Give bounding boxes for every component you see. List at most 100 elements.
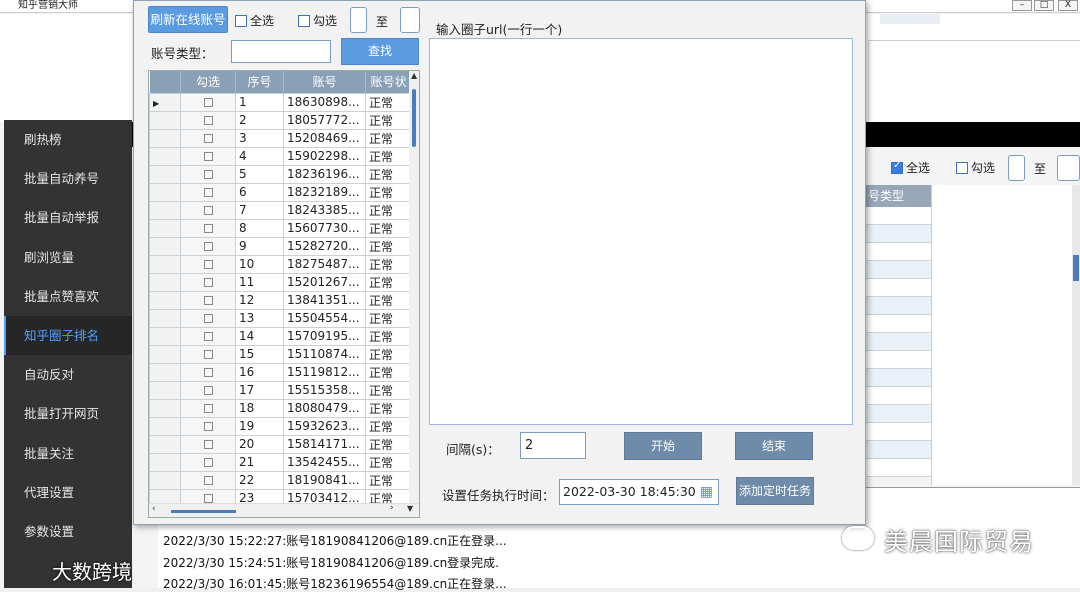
row-checkbox-cell[interactable]: [180, 254, 236, 274]
checkbox-icon[interactable]: [203, 260, 213, 269]
table-row[interactable]: 5 18236196... 正常: [149, 164, 412, 184]
checkbox-icon[interactable]: [203, 440, 213, 449]
bg-range-from-input[interactable]: [1008, 155, 1025, 181]
row-checkbox-cell[interactable]: [180, 164, 236, 184]
row-checkbox-cell[interactable]: [180, 326, 236, 346]
row-checkbox-cell[interactable]: [180, 452, 236, 472]
table-row[interactable]: 6 18232189... 正常: [149, 182, 412, 202]
account-type-input[interactable]: [231, 40, 331, 63]
table-row[interactable]: 14 15709195... 正常: [149, 326, 412, 346]
checkbox-icon[interactable]: [203, 458, 213, 467]
table-row[interactable]: 20 15814171... 正常: [149, 434, 412, 454]
checkbox-icon[interactable]: [203, 242, 213, 251]
range-from-input[interactable]: [350, 7, 367, 33]
row-checkbox-cell[interactable]: [180, 110, 236, 130]
row-checkbox-cell[interactable]: [180, 128, 236, 148]
row-checkbox-cell[interactable]: [180, 416, 236, 436]
checkbox-icon[interactable]: [203, 224, 213, 233]
table-row[interactable]: 7 18243385... 正常: [149, 200, 412, 220]
search-button[interactable]: 查找: [341, 38, 419, 65]
row-checkbox-cell[interactable]: [180, 146, 236, 166]
table-row[interactable]: ▶ 1 18630898... 正常: [149, 92, 412, 112]
scroll-down-icon[interactable]: ▼: [407, 504, 413, 513]
row-checkbox-cell[interactable]: [180, 434, 236, 454]
calendar-icon[interactable]: ▦: [700, 480, 713, 504]
checkbox-icon[interactable]: [203, 350, 213, 359]
sidebar-item-auto-oppose[interactable]: 自动反对: [4, 355, 132, 394]
sidebar-item-views[interactable]: 刷浏览量: [4, 238, 132, 277]
scrollbar-thumb[interactable]: [171, 510, 236, 513]
table-row[interactable]: 10 18275487... 正常: [149, 254, 412, 274]
table-row[interactable]: 8 15607730... 正常: [149, 218, 412, 238]
row-checkbox-cell[interactable]: [180, 380, 236, 400]
checkbox-icon[interactable]: [203, 386, 213, 395]
row-checkbox-cell[interactable]: [180, 200, 236, 220]
table-row[interactable]: 4 15902298... 正常: [149, 146, 412, 166]
interval-input[interactable]: 2: [520, 432, 586, 459]
close-button[interactable]: X: [1058, 0, 1078, 11]
scrollbar-thumb[interactable]: [412, 89, 416, 147]
bg-select-all[interactable]: 全选: [891, 159, 930, 176]
sidebar-item-hot-list[interactable]: 刷热榜: [4, 120, 132, 159]
checkbox-icon[interactable]: [203, 494, 213, 503]
table-row[interactable]: 22 18190841... 正常: [149, 470, 412, 490]
schedule-time-input[interactable]: 2022-03-30 18:45:30 ▦: [559, 479, 719, 505]
row-checkbox-cell[interactable]: [180, 362, 236, 382]
select-all-toggle[interactable]: 全选: [235, 12, 274, 29]
table-row[interactable]: 18 18080479... 正常: [149, 398, 412, 418]
table-row[interactable]: 21 13542455... 正常: [149, 452, 412, 472]
checkbox-icon[interactable]: [203, 332, 213, 341]
sidebar-item-params[interactable]: 参数设置: [4, 512, 132, 551]
scroll-left-icon[interactable]: ‹: [152, 504, 156, 514]
checkbox-icon[interactable]: [203, 314, 213, 323]
sidebar-item-proxy[interactable]: 代理设置: [4, 473, 132, 512]
checkbox-icon[interactable]: [203, 206, 213, 215]
check-range-toggle[interactable]: 勾选: [298, 12, 337, 29]
maximize-button[interactable]: □: [1034, 0, 1054, 11]
checkbox-icon[interactable]: [203, 188, 213, 197]
table-row[interactable]: 13 15504554... 正常: [149, 308, 412, 328]
sidebar-item-batch-like[interactable]: 批量点赞喜欢: [4, 277, 132, 316]
bg-range-to-input[interactable]: [1057, 155, 1080, 181]
start-button[interactable]: 开始: [624, 432, 702, 460]
table-header-account[interactable]: 账号: [283, 71, 366, 93]
sidebar-item-batch-follow[interactable]: 批量关注: [4, 434, 132, 473]
bg-check-range[interactable]: 勾选: [956, 159, 995, 176]
row-checkbox-cell[interactable]: [180, 92, 236, 112]
checkbox-icon[interactable]: [203, 296, 213, 305]
checkbox-icon[interactable]: [203, 404, 213, 413]
row-checkbox-cell[interactable]: [180, 272, 236, 292]
table-row[interactable]: 9 15282720... 正常: [149, 236, 412, 256]
row-checkbox-cell[interactable]: [180, 398, 236, 418]
table-horizontal-scrollbar[interactable]: ‹ › ▼: [149, 503, 419, 517]
row-checkbox-cell[interactable]: [180, 344, 236, 364]
checkbox-icon[interactable]: [203, 278, 213, 287]
scroll-right-icon[interactable]: ›: [390, 503, 394, 513]
checkbox-icon[interactable]: [235, 15, 247, 27]
checkbox-icon[interactable]: [203, 134, 213, 143]
checkbox-checked-icon[interactable]: [891, 160, 903, 174]
row-checkbox-cell[interactable]: [180, 218, 236, 238]
table-header-check[interactable]: 勾选: [180, 71, 236, 93]
range-to-input[interactable]: [400, 7, 420, 33]
scrollbar-thumb[interactable]: [1073, 255, 1079, 281]
row-checkbox-cell[interactable]: [180, 290, 236, 310]
refresh-online-accounts-button[interactable]: 刷新在线账号: [148, 6, 228, 33]
checkbox-icon[interactable]: [203, 368, 213, 377]
table-row[interactable]: 12 13841351... 正常: [149, 290, 412, 310]
minimize-button[interactable]: –: [1012, 0, 1032, 11]
checkbox-icon[interactable]: [956, 162, 968, 174]
table-row[interactable]: 2 18057772... 正常: [149, 110, 412, 130]
sidebar-item-circle-rank[interactable]: 知乎圈子排名: [4, 315, 132, 356]
table-vertical-scrollbar[interactable]: ▲: [409, 71, 419, 503]
row-checkbox-cell[interactable]: [180, 470, 236, 490]
table-header-status[interactable]: 账号状: [365, 71, 412, 93]
checkbox-icon[interactable]: [203, 476, 213, 485]
checkbox-icon[interactable]: [203, 98, 213, 107]
checkbox-icon[interactable]: [203, 422, 213, 431]
sidebar-item-batch-nurture[interactable]: 批量自动养号: [4, 159, 132, 198]
background-vertical-scrollbar[interactable]: [1072, 185, 1080, 485]
sidebar-item-batch-open[interactable]: 批量打开网页: [4, 394, 132, 433]
row-checkbox-cell[interactable]: [180, 236, 236, 256]
table-row[interactable]: 19 15932623... 正常: [149, 416, 412, 436]
